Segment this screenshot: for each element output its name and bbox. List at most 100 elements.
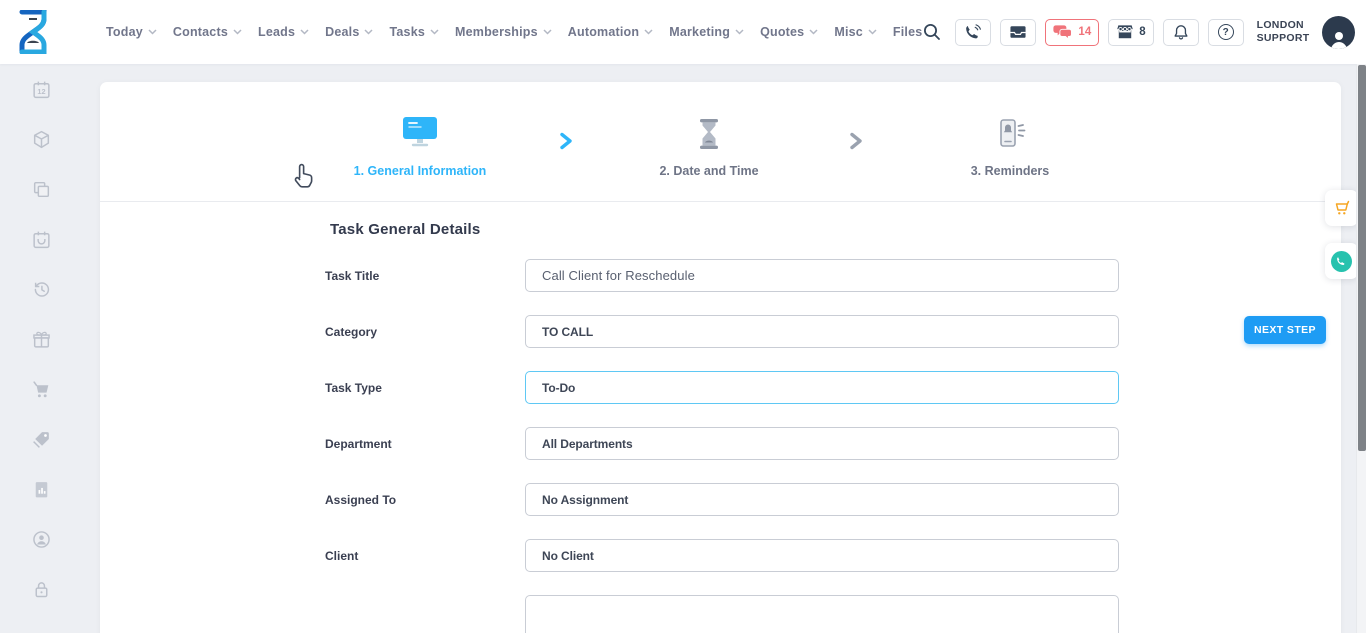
- floating-action-panel: [1325, 190, 1358, 279]
- top-header: Today Contacts Leads Deals Tasks Members…: [0, 0, 1366, 64]
- client-label: Client: [325, 549, 525, 563]
- left-sidebar: 12: [0, 64, 82, 633]
- wizard-step-label: 1. General Information: [300, 164, 540, 178]
- field-row-task-type: Task Type: [325, 371, 1341, 404]
- store-button[interactable]: 8: [1108, 19, 1153, 46]
- inbox-button[interactable]: [1000, 19, 1036, 46]
- field-row-task-title: Task Title: [325, 259, 1341, 292]
- chat-count-badge: 14: [1078, 26, 1091, 38]
- chevron-down-icon: [868, 29, 877, 35]
- call-button[interactable]: [955, 19, 991, 46]
- chevron-down-icon: [543, 29, 552, 35]
- chevron-down-icon: [644, 29, 653, 35]
- field-row-assigned-to: Assigned To: [325, 483, 1341, 516]
- sidebar-report-icon[interactable]: [30, 478, 52, 500]
- category-select[interactable]: [525, 315, 1119, 348]
- sidebar-tags-icon[interactable]: [30, 428, 52, 450]
- nav-item-quotes[interactable]: Quotes: [760, 25, 818, 39]
- chevron-down-icon: [300, 29, 309, 35]
- reminder-alarm-icon: [890, 112, 1130, 150]
- question-mark-icon: ?: [1218, 24, 1234, 40]
- app-root: Today Contacts Leads Deals Tasks Members…: [0, 0, 1366, 633]
- search-icon[interactable]: [922, 22, 942, 42]
- chevron-down-icon: [430, 29, 439, 35]
- nav-item-memberships[interactable]: Memberships: [455, 25, 552, 39]
- sidebar-lock-icon[interactable]: [30, 578, 52, 600]
- nav-item-automation[interactable]: Automation: [568, 25, 653, 39]
- phone-float-button[interactable]: [1325, 243, 1358, 279]
- department-label: Department: [325, 437, 525, 451]
- form-title: Task General Details: [330, 221, 1341, 238]
- nav-item-leads[interactable]: Leads: [258, 25, 309, 39]
- sidebar-history-icon[interactable]: [30, 278, 52, 300]
- sidebar-user-icon[interactable]: [30, 528, 52, 550]
- nav-item-deals[interactable]: Deals: [325, 25, 373, 39]
- sidebar-gift-icon[interactable]: [30, 328, 52, 350]
- field-row-client: Client: [325, 539, 1341, 572]
- sidebar-cart-icon[interactable]: [30, 378, 52, 400]
- category-label: Category: [325, 325, 525, 339]
- field-row-department: Department: [325, 427, 1341, 460]
- chevron-down-icon: [148, 29, 157, 35]
- sidebar-products-cube-icon[interactable]: [30, 128, 52, 150]
- field-row-category: Category: [325, 315, 1341, 348]
- wizard-step-date-and-time[interactable]: 2. Date and Time: [589, 112, 829, 178]
- hourglass-icon: [589, 112, 829, 150]
- chevron-down-icon: [809, 29, 818, 35]
- chevron-down-icon: [735, 29, 744, 35]
- store-count-badge: 8: [1139, 26, 1145, 38]
- page-scrollbar-thumb[interactable]: [1358, 65, 1366, 451]
- nav-item-files[interactable]: Files: [893, 25, 923, 39]
- nav-item-contacts[interactable]: Contacts: [173, 25, 242, 39]
- cart-icon: [1332, 198, 1352, 218]
- task-title-input[interactable]: [525, 259, 1119, 292]
- chevron-down-icon: [364, 29, 373, 35]
- storefront-icon: [1116, 24, 1134, 40]
- wizard-arrow-icon: [558, 132, 574, 150]
- nav-item-tasks[interactable]: Tasks: [389, 25, 439, 39]
- assigned-to-label: Assigned To: [325, 493, 525, 507]
- help-button[interactable]: ?: [1208, 19, 1244, 46]
- task-wizard-card: 1. General Information 2. Date and Time: [100, 82, 1341, 633]
- monitor-icon: [300, 112, 540, 150]
- user-avatar[interactable]: [1322, 16, 1355, 49]
- sidebar-copy-icon[interactable]: [30, 178, 52, 200]
- chat-notifications-button[interactable]: 14: [1045, 19, 1099, 46]
- next-step-button[interactable]: NEXT STEP: [1244, 316, 1326, 344]
- wizard-arrow-icon: [848, 132, 864, 150]
- bell-icon: [1173, 24, 1189, 41]
- wizard-step-reminders[interactable]: 3. Reminders: [890, 112, 1130, 178]
- phone-waves-icon: [964, 24, 982, 40]
- main-nav: Today Contacts Leads Deals Tasks Members…: [106, 25, 922, 39]
- app-logo-hourglass-icon[interactable]: [14, 9, 52, 55]
- field-row-notes: Notes: [325, 595, 1341, 633]
- department-select[interactable]: [525, 427, 1119, 460]
- wizard-step-label: 3. Reminders: [890, 164, 1130, 178]
- cart-float-button[interactable]: [1325, 190, 1358, 226]
- nav-item-today[interactable]: Today: [106, 25, 157, 39]
- task-general-form: Task General Details Task Title Category…: [100, 202, 1341, 633]
- person-icon: [1328, 29, 1350, 49]
- sidebar-calendar-import-icon[interactable]: [30, 228, 52, 250]
- task-type-label: Task Type: [325, 381, 525, 395]
- wizard-steps: 1. General Information 2. Date and Time: [100, 82, 1341, 202]
- account-name: LONDON SUPPORT: [1257, 19, 1310, 45]
- nav-item-marketing[interactable]: Marketing: [669, 25, 744, 39]
- inbox-icon: [1009, 24, 1027, 40]
- notifications-button[interactable]: [1163, 19, 1199, 46]
- task-title-label: Task Title: [325, 269, 525, 283]
- notes-textarea[interactable]: [525, 595, 1119, 633]
- wizard-step-label: 2. Date and Time: [589, 164, 829, 178]
- nav-item-misc[interactable]: Misc: [834, 25, 877, 39]
- wizard-step-general-information[interactable]: 1. General Information: [300, 112, 540, 178]
- header-actions: 14 8 ?: [922, 16, 1355, 49]
- sidebar-calendar-icon[interactable]: 12: [30, 78, 52, 100]
- chat-bubbles-icon: [1053, 24, 1073, 40]
- svg-text:12: 12: [37, 87, 45, 96]
- assigned-to-select[interactable]: [525, 483, 1119, 516]
- task-type-select[interactable]: [525, 371, 1119, 404]
- page-scrollbar-track[interactable]: [1356, 64, 1366, 633]
- chevron-down-icon: [233, 29, 242, 35]
- client-select[interactable]: [525, 539, 1119, 572]
- phone-icon: [1331, 251, 1352, 272]
